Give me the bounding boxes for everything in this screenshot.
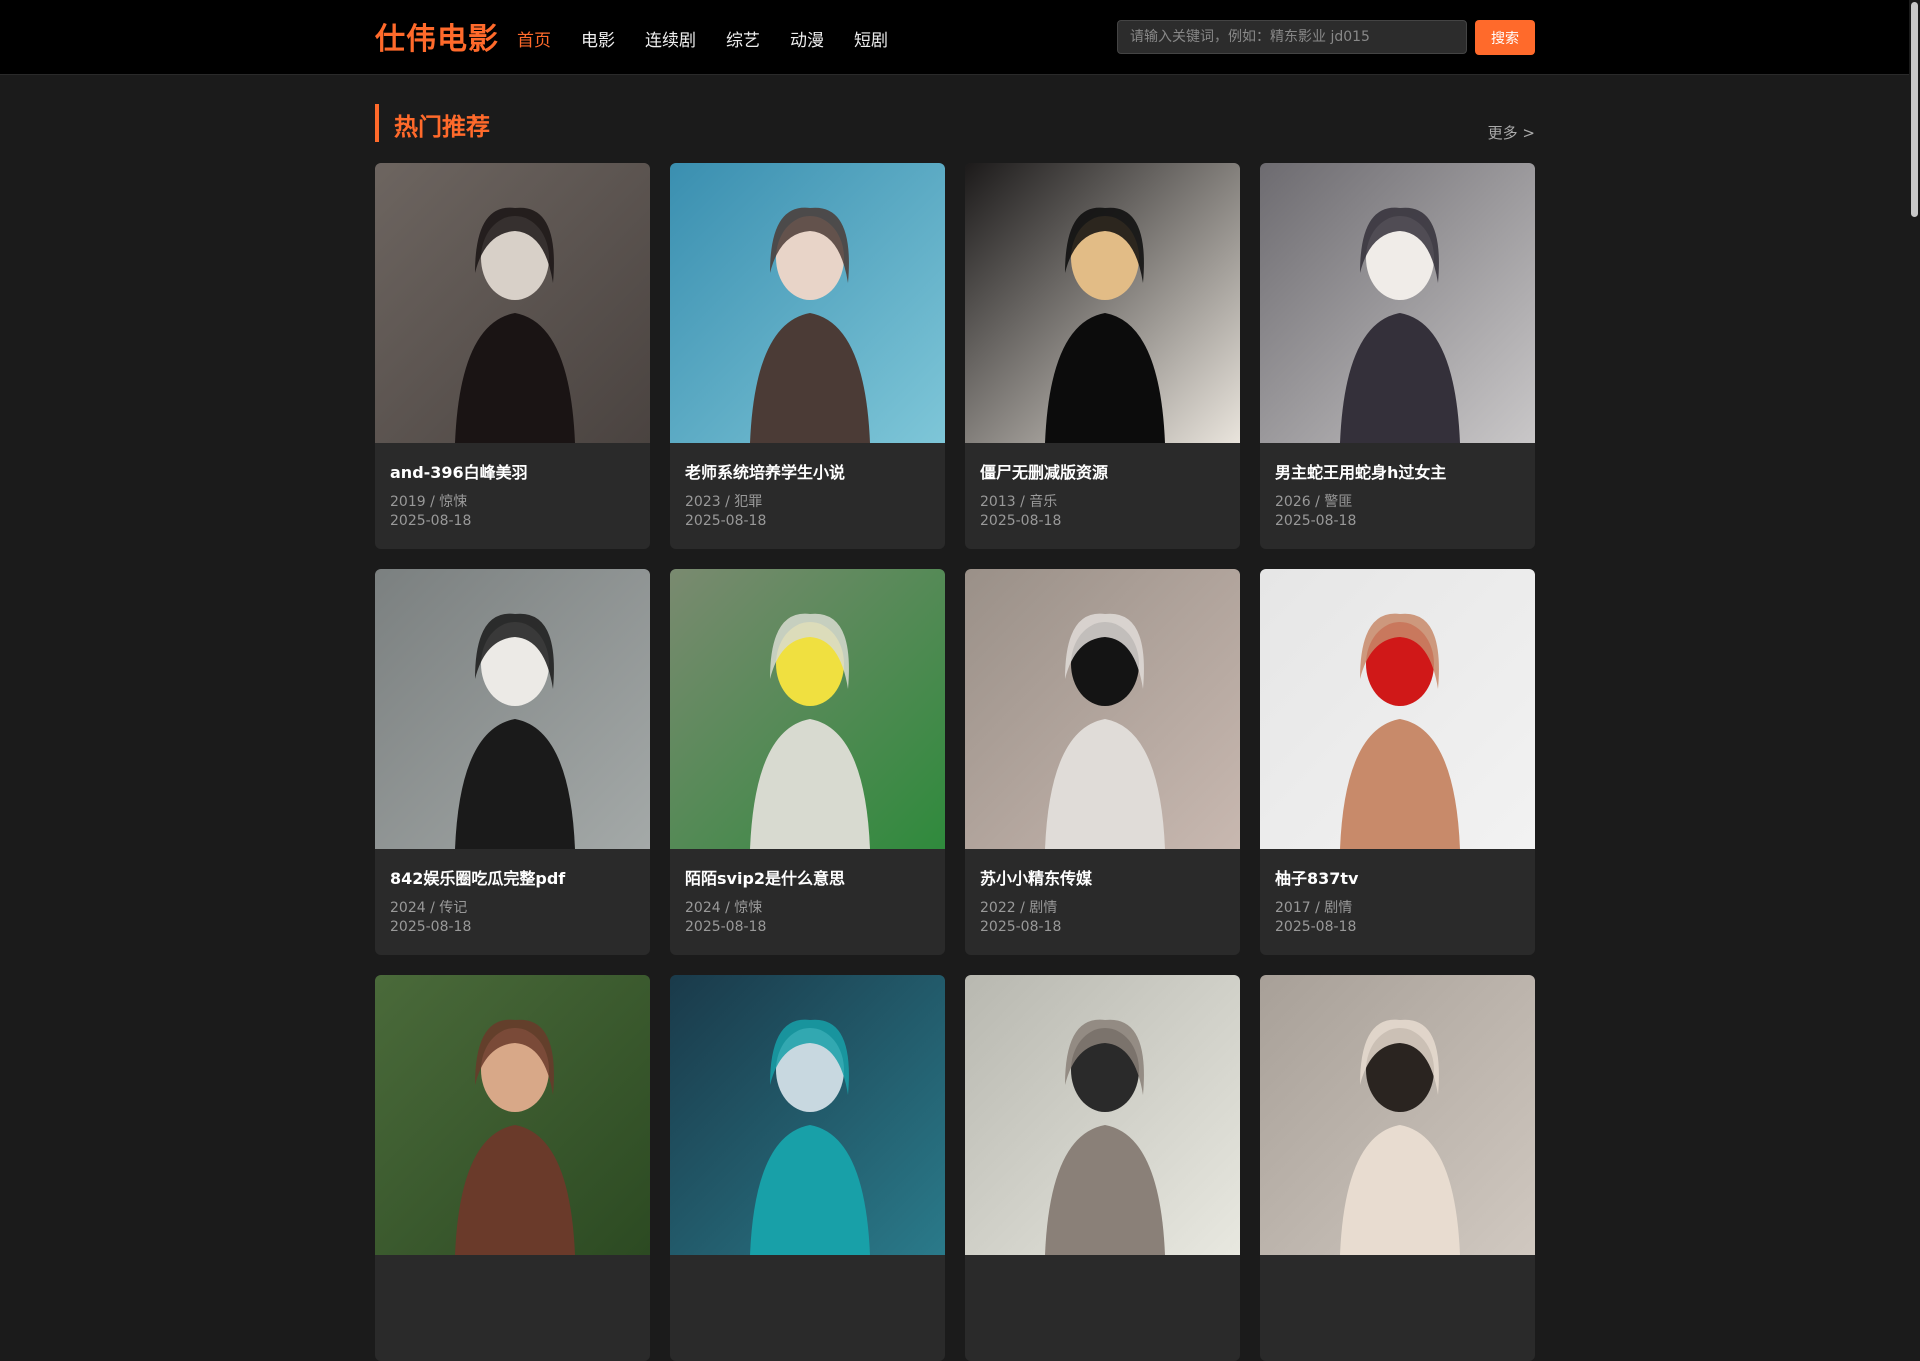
- video-date: 2025-08-18: [980, 513, 1062, 529]
- video-card[interactable]: [965, 975, 1240, 1361]
- video-date: 2025-08-18: [685, 919, 767, 935]
- video-title[interactable]: 男主蛇王用蛇身h过女主: [1275, 459, 1446, 483]
- video-grid: and-396白峰美羽 2019 / 惊悚 2025-08-18 老师系统培养学生小说…: [375, 163, 1535, 1361]
- video-thumbnail[interactable]: [375, 569, 650, 849]
- nav-item-home[interactable]: 首页: [517, 26, 551, 51]
- search-input[interactable]: [1117, 20, 1467, 54]
- video-card[interactable]: 老师系统培养学生小说 2023 / 犯罪 2025-08-18: [670, 163, 945, 549]
- video-thumbnail[interactable]: [965, 163, 1240, 443]
- search-button[interactable]: 搜索: [1475, 20, 1535, 55]
- video-card[interactable]: 苏小小精东传媒 2022 / 剧情 2025-08-18: [965, 569, 1240, 955]
- video-thumbnail[interactable]: [965, 975, 1240, 1255]
- video-date: 2025-08-18: [390, 919, 472, 935]
- more-link[interactable]: 更多 >: [1488, 122, 1535, 143]
- video-card[interactable]: 柚子837tv 2017 / 剧情 2025-08-18: [1260, 569, 1535, 955]
- video-date: 2025-08-18: [685, 513, 767, 529]
- video-card[interactable]: [670, 975, 945, 1361]
- video-date: 2025-08-18: [1275, 513, 1357, 529]
- video-thumbnail[interactable]: [1260, 975, 1535, 1255]
- main-nav: 首页 电影 连续剧 综艺 动漫 短剧: [517, 26, 918, 51]
- video-card[interactable]: 842娱乐圈吃瓜完整pdf 2024 / 传记 2025-08-18: [375, 569, 650, 955]
- video-card[interactable]: 陌陌svip2是什么意思 2024 / 惊悚 2025-08-18: [670, 569, 945, 955]
- video-year-genre: 2023 / 犯罪: [685, 494, 763, 510]
- video-thumbnail[interactable]: [1260, 569, 1535, 849]
- video-year-genre: 2024 / 传记: [390, 900, 468, 916]
- section-header: 热门推荐 更多 >: [375, 104, 1535, 144]
- video-card[interactable]: [375, 975, 650, 1361]
- section-accent-bar: [375, 104, 379, 142]
- nav-item-series[interactable]: 连续剧: [645, 26, 696, 51]
- video-year-genre: 2017 / 剧情: [1275, 900, 1353, 916]
- video-thumbnail[interactable]: [670, 975, 945, 1255]
- video-title[interactable]: 苏小小精东传媒: [980, 865, 1092, 889]
- video-card[interactable]: and-396白峰美羽 2019 / 惊悚 2025-08-18: [375, 163, 650, 549]
- video-title[interactable]: 老师系统培养学生小说: [685, 459, 845, 483]
- video-date: 2025-08-18: [390, 513, 472, 529]
- nav-item-shorts[interactable]: 短剧: [854, 26, 888, 51]
- video-thumbnail[interactable]: [670, 163, 945, 443]
- video-thumbnail[interactable]: [965, 569, 1240, 849]
- video-card[interactable]: 男主蛇王用蛇身h过女主 2026 / 警匪 2025-08-18: [1260, 163, 1535, 549]
- video-title[interactable]: 陌陌svip2是什么意思: [685, 865, 845, 889]
- video-thumbnail[interactable]: [670, 569, 945, 849]
- site-logo[interactable]: 仕伟电影: [375, 14, 499, 58]
- page-scrollbar-thumb[interactable]: [1911, 2, 1918, 217]
- video-year-genre: 2013 / 音乐: [980, 494, 1058, 510]
- video-date: 2025-08-18: [980, 919, 1062, 935]
- video-thumbnail[interactable]: [375, 163, 650, 443]
- nav-item-variety[interactable]: 综艺: [726, 26, 760, 51]
- section-title: 热门推荐: [394, 113, 490, 141]
- video-thumbnail[interactable]: [375, 975, 650, 1255]
- video-year-genre: 2026 / 警匪: [1275, 494, 1353, 510]
- video-card[interactable]: 僵尸无删减版资源 2013 / 音乐 2025-08-18: [965, 163, 1240, 549]
- video-thumbnail[interactable]: [1260, 163, 1535, 443]
- video-year-genre: 2019 / 惊悚: [390, 494, 468, 510]
- nav-item-anime[interactable]: 动漫: [790, 26, 824, 51]
- video-year-genre: 2022 / 剧情: [980, 900, 1058, 916]
- nav-item-movies[interactable]: 电影: [581, 26, 615, 51]
- top-navbar: 仕伟电影 首页 电影 连续剧 综艺 动漫 短剧 搜索: [0, 0, 1909, 75]
- video-title[interactable]: 僵尸无删减版资源: [980, 459, 1108, 483]
- video-card[interactable]: [1260, 975, 1535, 1361]
- video-title[interactable]: and-396白峰美羽: [390, 459, 528, 483]
- video-year-genre: 2024 / 惊悚: [685, 900, 763, 916]
- video-date: 2025-08-18: [1275, 919, 1357, 935]
- video-title[interactable]: 842娱乐圈吃瓜完整pdf: [390, 865, 565, 889]
- video-title[interactable]: 柚子837tv: [1275, 865, 1358, 889]
